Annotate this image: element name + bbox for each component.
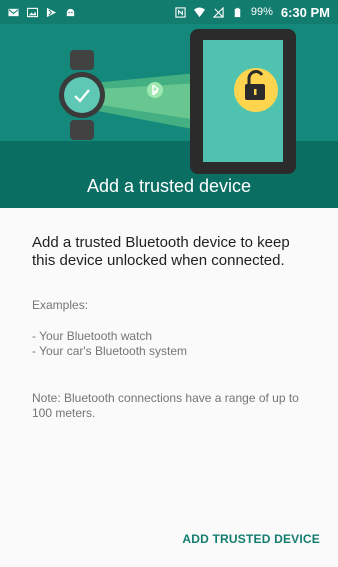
battery-icon — [234, 7, 241, 17]
unlock-icon — [234, 68, 278, 112]
page-title: Add a trusted device — [86, 176, 252, 196]
content-area: Add a trusted Bluetooth device to keep t… — [32, 234, 314, 421]
clock: 6:30 PM — [280, 4, 330, 20]
android-icon — [66, 8, 75, 16]
watch-icon — [59, 50, 105, 140]
nfc-icon — [175, 6, 186, 18]
battery-percent: 99% — [250, 6, 273, 18]
wifi-icon — [193, 6, 205, 17]
bluetooth-icon — [147, 82, 163, 98]
hero-banner: Add a trusted device — [0, 24, 338, 208]
example-item: - Your Bluetooth watch — [32, 329, 153, 343]
example-item: - Your car's Bluetooth system — [32, 344, 188, 358]
no-signal-icon — [212, 6, 224, 18]
add-trusted-device-button[interactable]: ADD TRUSTED DEVICE — [182, 532, 320, 546]
examples-label: Examples: — [32, 298, 89, 312]
gallery-icon — [27, 7, 38, 17]
status-bar: 99% 6:30 PM — [0, 0, 338, 24]
play-store-icon — [46, 7, 57, 17]
status-right-icons: 99% 6:30 PM — [175, 5, 330, 20]
status-left-icons — [8, 7, 76, 18]
range-note: Note: Bluetooth connections have a range… — [32, 391, 299, 420]
mail-icon — [8, 8, 19, 16]
lead-text: Add a trusted Bluetooth device to keep t… — [32, 234, 290, 269]
